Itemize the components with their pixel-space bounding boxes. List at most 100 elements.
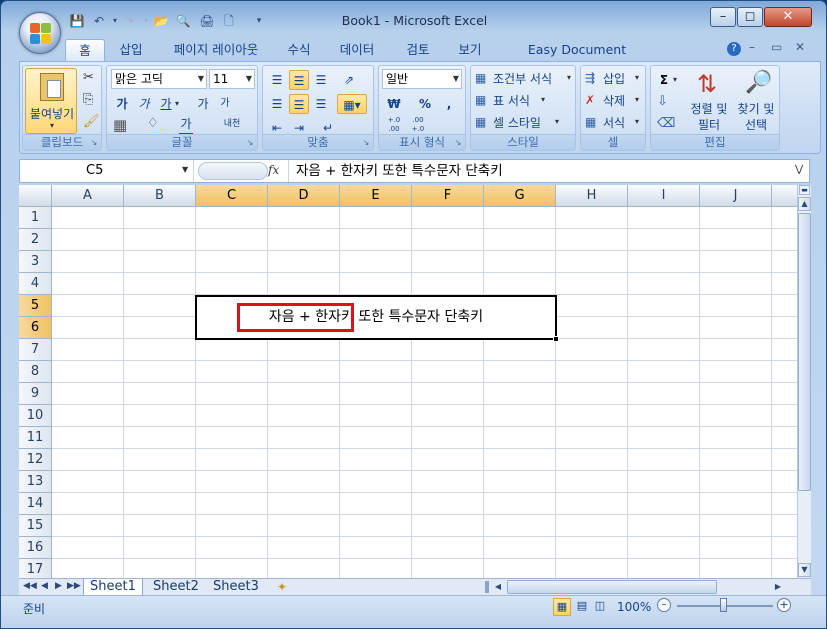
print-icon[interactable]: 🖨 — [199, 13, 215, 29]
column-header[interactable]: F — [412, 185, 484, 207]
decrease-decimal-button[interactable]: .00 +.0 — [407, 116, 429, 136]
currency-button[interactable]: ₩ — [383, 94, 405, 114]
zoom-level[interactable]: 100% — [617, 600, 651, 614]
align-middle-icon[interactable]: ☰ — [289, 70, 309, 90]
open-folder-icon[interactable]: 📂 — [153, 13, 169, 29]
expand-formula-icon[interactable]: ⋁ — [795, 164, 803, 175]
cut-icon[interactable]: ✂ — [83, 70, 94, 85]
insert-sheet-icon[interactable]: ✦ — [277, 580, 287, 594]
bold-button[interactable]: 가 — [113, 94, 131, 114]
border-icon[interactable]: ▦ — [113, 116, 127, 134]
format-painter-icon[interactable]: 🖌 — [83, 114, 100, 129]
row-header[interactable]: 16 — [19, 537, 52, 559]
minimize-button[interactable]: – — [710, 7, 736, 27]
sheet-tab-sheet2[interactable]: Sheet2 — [147, 579, 205, 596]
tab-page-layout[interactable]: 페이지 레이아웃 — [161, 39, 271, 61]
row-header[interactable]: 5 — [19, 295, 52, 317]
sheet-tab-sheet1[interactable]: Sheet1 — [83, 579, 143, 596]
close-button[interactable]: ✕ — [764, 7, 812, 27]
row-header[interactable]: 9 — [19, 383, 52, 405]
workbook-close-icon[interactable]: ✕ — [795, 40, 805, 54]
align-center-icon[interactable]: ☰ — [289, 94, 309, 114]
column-header[interactable]: I — [628, 185, 700, 207]
column-header[interactable]: B — [124, 185, 196, 207]
ribbon-minimize-icon[interactable]: – — [749, 40, 755, 54]
worksheet-grid[interactable]: A B C D E F G H I J 1 2 3 4 5 6 7 8 9 10… — [19, 185, 797, 578]
row-header[interactable]: 10 — [19, 405, 52, 427]
tab-formulas[interactable]: 수식 — [277, 39, 321, 61]
row-header[interactable]: 1 — [19, 207, 52, 229]
font-name-combo[interactable]: 맑은 고딕 ▼ — [111, 69, 207, 89]
zoom-out-icon[interactable]: – — [657, 598, 671, 612]
maximize-button[interactable]: ◻ — [737, 7, 763, 27]
column-header[interactable]: H — [556, 185, 628, 207]
prev-sheet-icon[interactable]: ◀ — [41, 581, 48, 591]
next-sheet-icon[interactable]: ▶ — [55, 581, 62, 591]
autosum-dropdown-icon[interactable]: ▾ — [673, 75, 677, 84]
page-break-view-icon[interactable]: ◫ — [591, 598, 609, 616]
align-top-icon[interactable]: ☰ — [267, 70, 287, 90]
first-sheet-icon[interactable]: ◀◀ — [23, 581, 37, 591]
align-left-icon[interactable]: ☰ — [267, 94, 287, 114]
insert-function-icon[interactable]: fx — [268, 163, 279, 177]
row-header[interactable]: 6 — [19, 317, 52, 339]
normal-view-icon[interactable]: ▦ — [553, 598, 571, 616]
clipboard-launcher-icon[interactable]: ↘ — [89, 138, 99, 148]
phonetic-button[interactable]: 내천 — [217, 114, 247, 134]
fill-color-icon[interactable]: ♢ — [147, 116, 159, 131]
format-as-table-button[interactable]: ▦ 표 서식 ▾ — [475, 91, 575, 111]
cell-styles-button[interactable]: ▦ 셀 스타일 ▾ — [475, 113, 575, 133]
tab-split-handle[interactable] — [485, 581, 489, 593]
fill-down-icon[interactable]: ⇩ — [657, 94, 668, 109]
help-icon[interactable]: ? — [727, 42, 741, 56]
row-header[interactable]: 14 — [19, 493, 52, 515]
grow-font-button[interactable]: 가 — [193, 94, 213, 114]
tab-insert[interactable]: 삽입 — [109, 39, 153, 61]
italic-button[interactable]: 가 — [135, 94, 153, 114]
scroll-up-icon[interactable]: ▲ — [798, 197, 811, 211]
vertical-scroll-thumb[interactable] — [798, 213, 811, 491]
underline-button[interactable]: 가 — [157, 94, 175, 114]
align-right-icon[interactable]: ☰ — [311, 94, 331, 114]
customize-qat-icon[interactable]: ▾ — [251, 13, 267, 29]
column-header-partial[interactable] — [772, 185, 797, 207]
increase-decimal-button[interactable]: +.0 .00 — [383, 116, 405, 136]
alignment-launcher-icon[interactable]: ↘ — [361, 138, 371, 148]
tab-review[interactable]: 검토 — [395, 39, 441, 61]
paste-button[interactable]: 붙여넣기 ▾ — [25, 68, 77, 134]
tab-easy-document-creator[interactable]: Easy Document Creator — [503, 39, 651, 79]
vertical-scrollbar[interactable]: ▬ ▲ ▼ — [797, 185, 811, 578]
tab-data[interactable]: 데이터 — [329, 39, 385, 61]
row-header[interactable]: 4 — [19, 273, 52, 295]
row-header[interactable]: 17 — [19, 559, 52, 578]
name-box-dropdown-icon[interactable]: ▼ — [182, 165, 188, 174]
ribbon-restore-icon[interactable]: ▭ — [771, 40, 782, 54]
row-header[interactable]: 3 — [19, 251, 52, 273]
number-launcher-icon[interactable]: ↘ — [453, 138, 463, 148]
last-sheet-icon[interactable]: ▶▶ — [67, 581, 81, 591]
format-cells-button[interactable]: ▦ 서식 ▾ — [585, 113, 645, 133]
name-box[interactable]: C5 — [20, 160, 194, 182]
redo-dropdown-icon[interactable]: ▾ — [138, 13, 154, 29]
merge-center-icon[interactable]: ▦▾ — [337, 94, 367, 114]
select-all-corner[interactable] — [19, 185, 52, 207]
scroll-down-icon[interactable]: ▼ — [798, 563, 811, 577]
find-select-button[interactable]: 🔎 찾기 및 선택 — [733, 68, 779, 134]
delete-cells-button[interactable]: ✗ 삭제 ▾ — [585, 91, 645, 111]
zoom-slider-thumb[interactable] — [720, 598, 727, 612]
row-header[interactable]: 15 — [19, 515, 52, 537]
formula-bar-splitter[interactable] — [198, 162, 268, 180]
insert-cells-button[interactable]: ⇶ 삽입 ▾ — [585, 69, 645, 89]
sheet-tab-sheet3[interactable]: Sheet3 — [207, 579, 265, 596]
redo-icon[interactable]: ↷ — [121, 13, 137, 29]
font-launcher-icon[interactable]: ↘ — [245, 138, 255, 148]
print-preview-icon[interactable]: 🔍 — [175, 13, 191, 29]
zoom-in-icon[interactable]: + — [777, 598, 791, 612]
font-color-button[interactable]: 가 — [177, 114, 195, 134]
horizontal-scroll-thumb[interactable] — [507, 580, 717, 594]
autosum-button[interactable]: Σ — [655, 70, 673, 90]
formula-input[interactable]: 자음 + 한자키 또한 특수문자 단축키 — [296, 160, 503, 182]
shrink-font-button[interactable]: 가 — [215, 94, 235, 114]
column-header[interactable]: A — [52, 185, 124, 207]
underline-dropdown-icon[interactable]: ▾ — [175, 99, 179, 108]
